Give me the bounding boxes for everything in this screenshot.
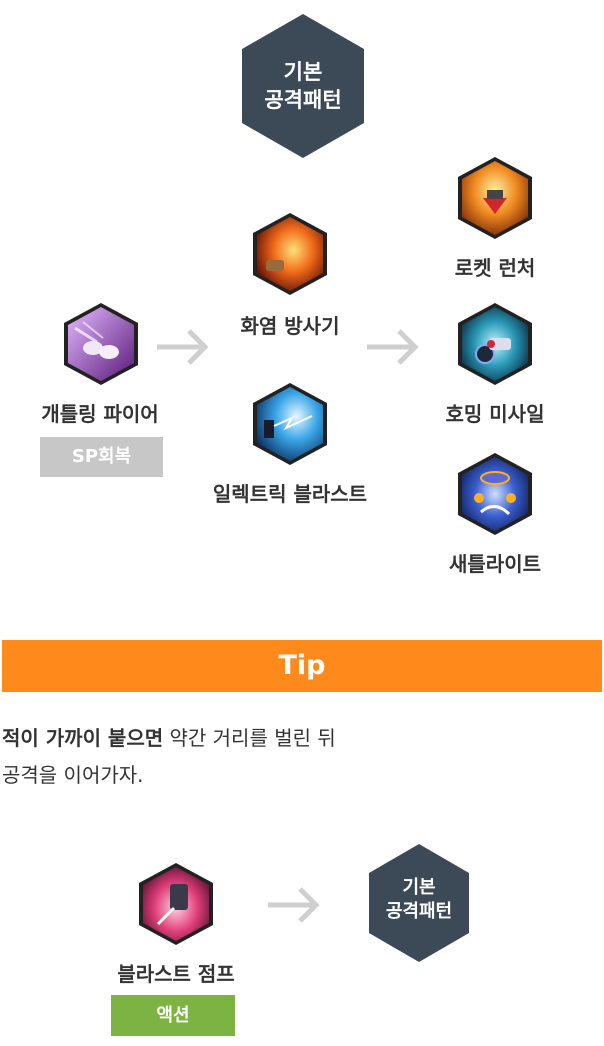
arrow-right-icon — [268, 887, 320, 923]
rocket-launcher-icon — [458, 157, 532, 239]
electric-blast-label: 일렉트릭 블라스트 — [212, 482, 368, 506]
node-line2: 공격패턴 — [264, 88, 342, 113]
skill-blast-jump[interactable] — [138, 862, 214, 946]
gatling-icon — [64, 303, 138, 385]
node-line2: 공격패턴 — [385, 901, 453, 923]
tip-line1-rest: 약간 거리를 벌린 뒤 — [163, 726, 336, 750]
tip-text: 적이 가까이 붙으면 약간 거리를 벌린 뒤 공격을 이어가자. — [2, 720, 602, 794]
action-badge: 액션 — [111, 995, 235, 1036]
basic-attack-pattern-node: 기본 공격패턴 — [240, 12, 366, 160]
skill-gatling-fire[interactable] — [63, 302, 139, 386]
basic-attack-pattern-node-bottom: 기본 공격패턴 — [367, 842, 471, 964]
gatling-label: 개틀링 파이어 — [41, 402, 159, 426]
flamethrower-label: 화염 방사기 — [240, 314, 340, 338]
rocket-launcher-label: 로켓 런처 — [454, 256, 536, 280]
electric-blast-icon — [253, 383, 327, 465]
node-line1: 기본 — [402, 877, 436, 898]
node-line1: 기본 — [283, 60, 323, 84]
skill-rocket-launcher[interactable] — [457, 156, 533, 240]
blast-jump-icon — [139, 863, 213, 945]
skill-satellite[interactable] — [457, 452, 533, 536]
satellite-icon — [458, 453, 532, 535]
homing-missile-label: 호밍 미사일 — [445, 402, 545, 426]
tip-line2: 공격을 이어가자. — [2, 763, 144, 787]
sp-recovery-badge: SP회복 — [40, 437, 163, 477]
tip-header: Tip — [2, 640, 602, 692]
arrow-right-icon — [367, 329, 419, 365]
homing-missile-icon — [458, 303, 532, 385]
satellite-label: 새틀라이트 — [449, 552, 541, 576]
blast-jump-label: 블라스트 점프 — [117, 962, 235, 986]
flamethrower-icon — [253, 213, 327, 295]
skill-homing-missile[interactable] — [457, 302, 533, 386]
skill-electric-blast[interactable] — [252, 382, 328, 466]
tip-bold: 적이 가까이 붙으면 — [2, 726, 164, 750]
skill-flamethrower[interactable] — [252, 212, 328, 296]
